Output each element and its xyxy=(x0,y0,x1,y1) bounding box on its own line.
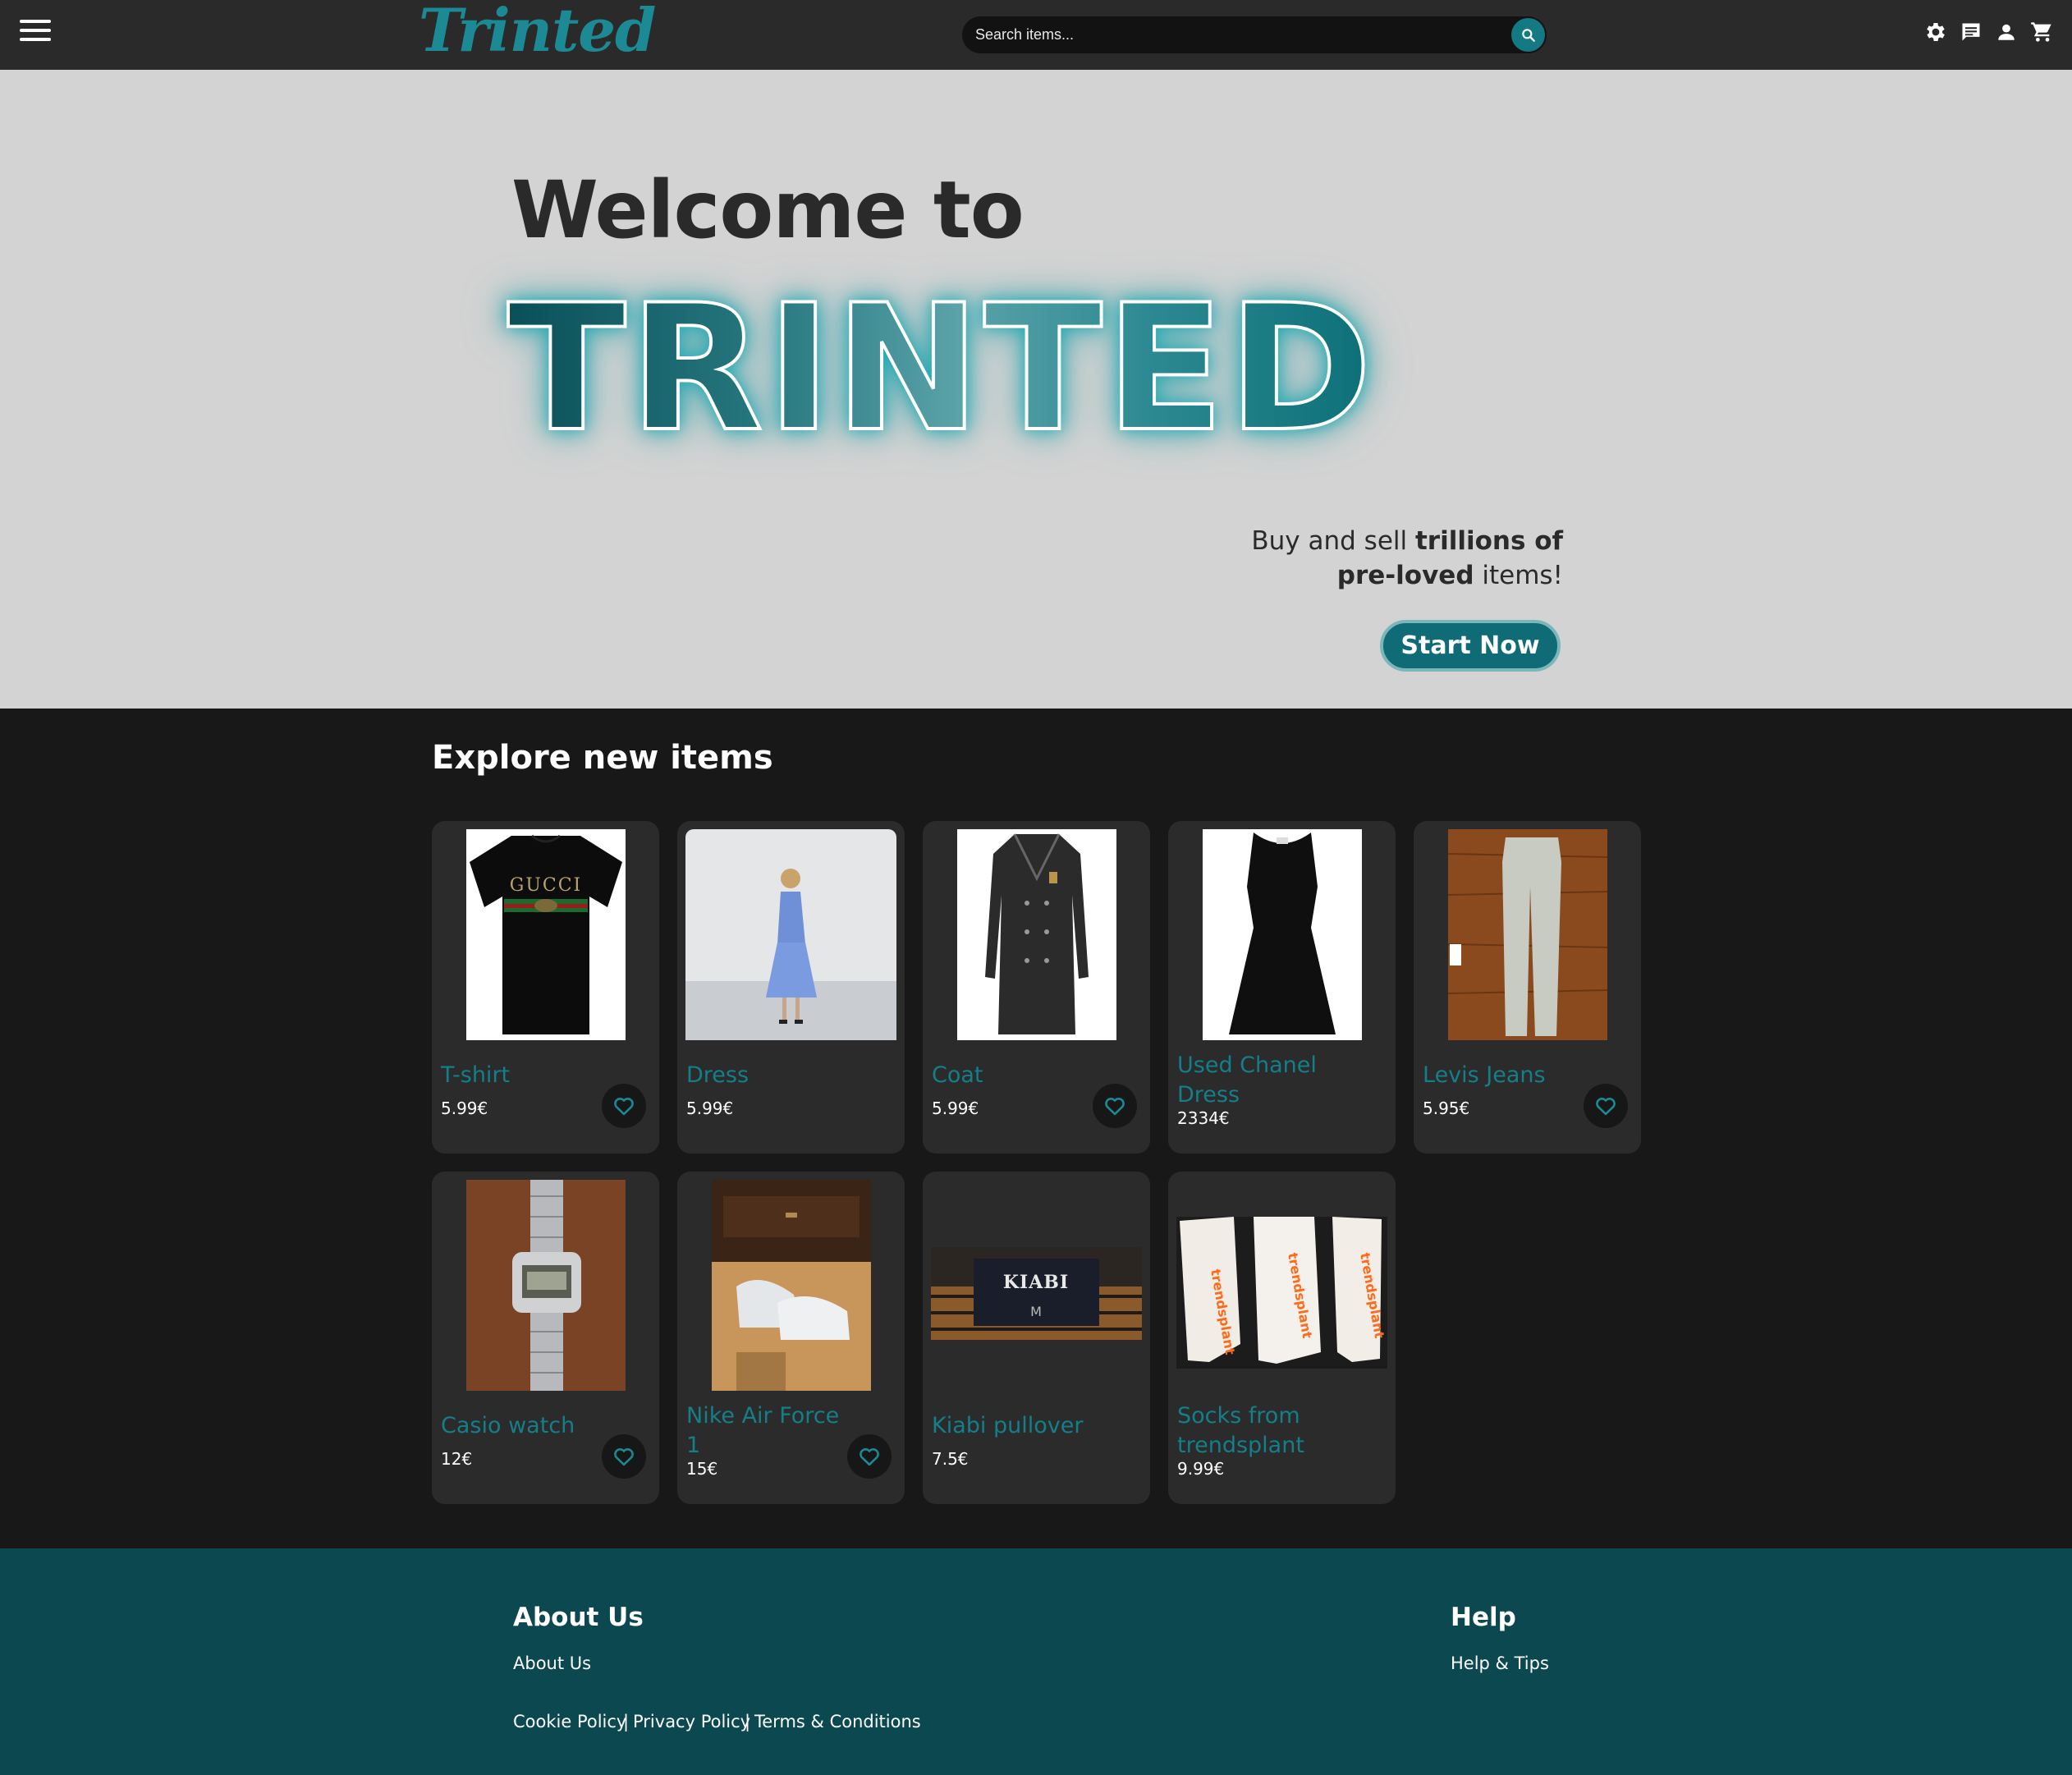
heart-icon xyxy=(860,1448,879,1466)
cookie-policy-link[interactable]: Cookie Policy xyxy=(513,1712,626,1731)
item-card[interactable]: Dress 5.99€ xyxy=(677,821,905,1154)
item-image-watch[interactable] xyxy=(440,1180,651,1391)
footer-separator: | xyxy=(745,1712,751,1731)
person-icon xyxy=(1998,24,2015,40)
item-title[interactable]: Kiabi pullover xyxy=(932,1411,1096,1441)
item-card[interactable]: Nike Air Force 1 15€ xyxy=(677,1172,905,1504)
item-card[interactable]: Levis Jeans 5.95€ xyxy=(1414,821,1641,1154)
item-price: 12€ xyxy=(441,1449,473,1469)
item-price: 5.99€ xyxy=(441,1098,488,1118)
item-card[interactable]: trendsplant trendsplant trendsplant Socks … xyxy=(1168,1172,1396,1504)
messages-button[interactable] xyxy=(1959,20,1983,44)
profile-button[interactable] xyxy=(1994,20,2019,44)
settings-button[interactable] xyxy=(1923,20,1948,44)
terms-conditions-link[interactable]: Terms & Conditions xyxy=(754,1712,921,1731)
item-title[interactable]: Socks from trendsplant xyxy=(1177,1401,1374,1461)
item-price: 15€ xyxy=(686,1459,718,1479)
about-us-link[interactable]: About Us xyxy=(513,1653,591,1673)
cart-icon xyxy=(2031,22,2051,42)
like-button[interactable] xyxy=(1584,1084,1628,1128)
item-image-chanel-dress[interactable] xyxy=(1176,829,1387,1040)
item-price: 5.99€ xyxy=(686,1098,734,1118)
welcome-heading: Welcome to xyxy=(511,164,1025,256)
privacy-policy-link[interactable]: Privacy Policy xyxy=(633,1712,750,1731)
svg-text:KIABI: KIABI xyxy=(1003,1272,1069,1293)
item-card[interactable]: KIABI M Kiabi pullover 7.5€ xyxy=(923,1172,1150,1504)
header-actions xyxy=(1923,20,2054,44)
site-logo[interactable]: Trinted xyxy=(419,0,656,65)
item-card[interactable]: GUCCI T-shirt 5.99€ xyxy=(432,821,659,1154)
menu-icon[interactable] xyxy=(20,20,51,51)
item-price: 7.5€ xyxy=(932,1449,969,1469)
item-title[interactable]: T-shirt xyxy=(441,1061,605,1090)
search-input[interactable] xyxy=(975,16,1468,53)
item-image-tshirt[interactable]: GUCCI xyxy=(440,829,651,1040)
footer-separator: | xyxy=(623,1712,630,1731)
like-button[interactable] xyxy=(847,1434,892,1479)
item-price: 9.99€ xyxy=(1177,1459,1225,1479)
item-price: 5.99€ xyxy=(932,1098,979,1118)
hero-tagline: Buy and sell trillions of pre-loved items… xyxy=(1251,526,1563,590)
item-title[interactable]: Nike Air Force 1 xyxy=(686,1401,850,1461)
search-button[interactable] xyxy=(1511,18,1545,52)
gear-icon xyxy=(1927,23,1945,41)
brand-title: TRINTED xyxy=(506,267,1376,470)
search-icon xyxy=(1521,28,1535,42)
item-title[interactable]: Casio watch xyxy=(441,1411,605,1441)
item-title[interactable]: Dress xyxy=(686,1061,850,1090)
item-price: 5.95€ xyxy=(1423,1098,1470,1118)
heart-icon xyxy=(1596,1098,1616,1116)
hero-section: Welcome to TRINTED Buy and sell trillion… xyxy=(0,70,2072,709)
item-image-socks[interactable]: trendsplant trendsplant trendsplant xyxy=(1176,1180,1387,1391)
heart-icon xyxy=(1105,1098,1125,1116)
item-card[interactable]: Casio watch 12€ xyxy=(432,1172,659,1504)
heart-icon xyxy=(614,1448,634,1466)
start-now-button[interactable]: Start Now xyxy=(1380,620,1561,672)
item-card[interactable]: Used Chanel Dress 2334€ xyxy=(1168,821,1396,1154)
item-title[interactable]: Coat xyxy=(932,1061,1096,1090)
cart-button[interactable] xyxy=(2029,20,2054,44)
item-image-pullover[interactable]: KIABI M xyxy=(931,1180,1142,1391)
help-tips-link[interactable]: Help & Tips xyxy=(1451,1653,1549,1673)
item-image-sneakers[interactable] xyxy=(685,1180,896,1391)
item-image-coat[interactable] xyxy=(931,829,1142,1040)
like-button[interactable] xyxy=(602,1084,646,1128)
footer-help-heading: Help xyxy=(1451,1603,1516,1632)
item-price: 2334€ xyxy=(1177,1108,1230,1128)
section-title: Explore new items xyxy=(432,739,773,777)
site-footer: About Us About Us Cookie Policy | Privac… xyxy=(0,1548,2072,1775)
item-title[interactable]: Levis Jeans xyxy=(1423,1061,1587,1090)
footer-about-heading: About Us xyxy=(513,1603,644,1632)
chat-icon xyxy=(1962,23,1980,41)
svg-text:M: M xyxy=(1030,1304,1042,1319)
item-image-jeans[interactable] xyxy=(1422,829,1633,1040)
svg-text:GUCCI: GUCCI xyxy=(509,875,581,896)
search-bar xyxy=(962,16,1547,53)
top-navigation-bar: Trinted xyxy=(0,0,2072,70)
item-image-dress[interactable] xyxy=(685,829,896,1040)
item-card[interactable]: Coat 5.99€ xyxy=(923,821,1150,1154)
heart-icon xyxy=(614,1098,634,1116)
item-title[interactable]: Used Chanel Dress xyxy=(1177,1051,1341,1110)
like-button[interactable] xyxy=(1093,1084,1137,1128)
like-button[interactable] xyxy=(602,1434,646,1479)
